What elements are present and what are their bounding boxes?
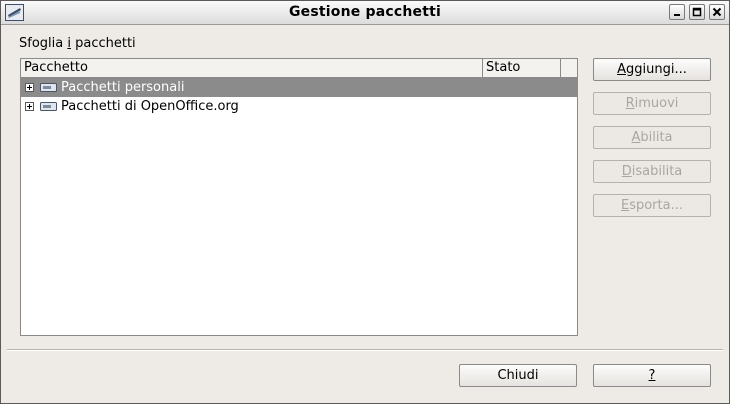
- package-icon: [40, 83, 57, 92]
- export-button[interactable]: Esporta...: [593, 194, 711, 217]
- disable-button[interactable]: Disabilita: [593, 160, 711, 183]
- close-button[interactable]: Chiudi: [459, 364, 577, 387]
- package-list[interactable]: Pacchetto Stato Pacchetti personali Pacc…: [20, 58, 578, 336]
- title-bar[interactable]: Gestione pacchetti: [1, 1, 729, 25]
- browse-packages-label: Sfoglia i pacchetti: [19, 36, 136, 51]
- enable-button[interactable]: Abilita: [593, 126, 711, 149]
- add-button[interactable]: Aggiungi...: [593, 58, 711, 81]
- minimize-button[interactable]: [669, 4, 685, 20]
- list-item-label: Pacchetti personali: [61, 80, 185, 95]
- list-item-openoffice-packages[interactable]: Pacchetti di OpenOffice.org: [21, 97, 577, 116]
- column-header-spacer: [561, 59, 577, 77]
- maximize-icon: [692, 7, 702, 17]
- list-header: Pacchetto Stato: [21, 59, 577, 78]
- help-button[interactable]: ?: [593, 364, 711, 387]
- close-icon: [712, 7, 722, 17]
- list-item-personal-packages[interactable]: Pacchetti personali: [21, 78, 577, 97]
- remove-button[interactable]: Rimuovi: [593, 92, 711, 115]
- close-window-button[interactable]: [709, 4, 725, 20]
- expand-icon[interactable]: [25, 102, 34, 111]
- package-icon: [40, 102, 57, 111]
- window-title: Gestione pacchetti: [288, 4, 442, 20]
- expand-icon[interactable]: [25, 83, 34, 92]
- column-header-package[interactable]: Pacchetto: [21, 59, 483, 77]
- package-manager-window: Gestione pacchetti Sfoglia i pacchetti P…: [0, 0, 730, 404]
- column-header-status[interactable]: Stato: [483, 59, 561, 77]
- separator: [7, 349, 723, 351]
- list-item-label: Pacchetti di OpenOffice.org: [61, 99, 239, 114]
- minimize-icon: [674, 14, 680, 16]
- maximize-button[interactable]: [689, 4, 705, 20]
